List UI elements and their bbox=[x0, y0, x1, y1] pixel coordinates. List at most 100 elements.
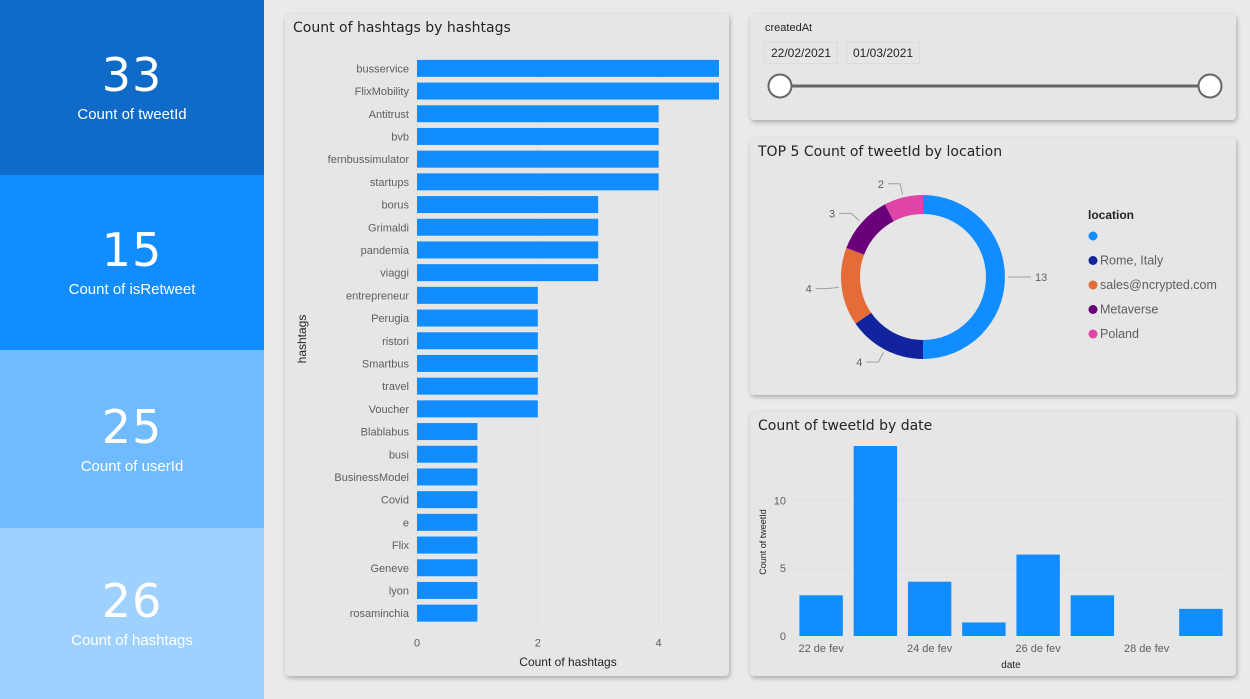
bar[interactable] bbox=[417, 218, 599, 236]
category-label: Covid bbox=[381, 495, 409, 507]
donut-slice[interactable] bbox=[855, 312, 923, 359]
category-label: rosaminchia bbox=[350, 608, 410, 620]
bar[interactable] bbox=[417, 127, 659, 145]
bar[interactable] bbox=[417, 445, 478, 463]
date-slicer-card[interactable]: createdAt 22/02/2021 01/03/2021 bbox=[750, 14, 1236, 120]
bar[interactable] bbox=[799, 595, 843, 636]
donut-slice[interactable] bbox=[923, 195, 1005, 359]
range-slider[interactable] bbox=[750, 14, 1236, 120]
y-tick-label: 10 bbox=[774, 495, 786, 507]
bar[interactable] bbox=[417, 173, 659, 191]
bar[interactable] bbox=[417, 59, 719, 77]
donut-slice[interactable] bbox=[841, 247, 872, 324]
slice-value-label: 4 bbox=[806, 284, 812, 296]
x-tick-label: 2 bbox=[535, 638, 541, 650]
y-tick-label: 5 bbox=[780, 563, 786, 575]
bar[interactable] bbox=[417, 400, 538, 418]
legend-label[interactable]: Metaverse bbox=[1100, 303, 1158, 317]
category-label: lyon bbox=[389, 585, 409, 597]
bar[interactable] bbox=[417, 559, 478, 577]
bar[interactable] bbox=[417, 423, 478, 441]
bar[interactable] bbox=[417, 377, 538, 395]
slice-value-label: 13 bbox=[1035, 272, 1047, 284]
kpi-label: Count of hashtags bbox=[71, 632, 193, 649]
legend-marker bbox=[1088, 256, 1098, 265]
category-label: Antitrust bbox=[369, 109, 409, 121]
category-label: Voucher bbox=[369, 404, 410, 416]
category-label: borus bbox=[381, 200, 409, 212]
bar[interactable] bbox=[417, 513, 478, 531]
category-label: pandemia bbox=[361, 245, 410, 257]
kpi-card-retweet-count: 15 Count of isRetweet bbox=[0, 175, 264, 350]
category-label: busi bbox=[389, 449, 409, 461]
legend-marker bbox=[1088, 305, 1098, 314]
kpi-label: Count of tweetId bbox=[77, 106, 187, 123]
category-label: e bbox=[403, 517, 409, 529]
category-label: Grimaldi bbox=[368, 222, 409, 234]
bar[interactable] bbox=[417, 286, 538, 304]
bar[interactable] bbox=[417, 468, 478, 486]
y-tick-label: 0 bbox=[780, 631, 786, 643]
bar[interactable] bbox=[962, 622, 1006, 636]
legend-label[interactable]: Rome, Italy bbox=[1100, 254, 1164, 268]
category-label: bvb bbox=[391, 131, 409, 143]
y-axis-title: Count of tweetId bbox=[758, 509, 768, 575]
x-tick-label: 26 de fev bbox=[1015, 643, 1061, 655]
bar[interactable] bbox=[907, 581, 952, 636]
legend-marker bbox=[1088, 329, 1098, 339]
category-label: viaggi bbox=[380, 268, 409, 280]
kpi-value: 33 bbox=[101, 48, 163, 102]
bar[interactable] bbox=[417, 536, 478, 554]
bar[interactable] bbox=[1016, 554, 1060, 636]
kpi-value: 26 bbox=[101, 574, 163, 628]
kpi-label: Count of isRetweet bbox=[68, 281, 196, 298]
bar[interactable] bbox=[417, 309, 538, 327]
bar[interactable] bbox=[1070, 595, 1115, 636]
donut-slice[interactable] bbox=[846, 204, 894, 255]
kpi-value: 25 bbox=[101, 399, 163, 454]
location-donut-card[interactable]: TOP 5 Count of tweetId by location 13 4 4 3… bbox=[750, 138, 1236, 395]
category-label: Perugia bbox=[371, 313, 410, 325]
bar[interactable] bbox=[417, 241, 599, 259]
x-tick-label: 4 bbox=[656, 638, 662, 650]
kpi-card-tweet-count: 33 Count of tweetId bbox=[0, 0, 264, 175]
legend-marker bbox=[1088, 231, 1098, 241]
category-label: Blablabus bbox=[361, 427, 410, 439]
x-tick-label: 28 de fev bbox=[1124, 643, 1170, 655]
leader-line bbox=[815, 286, 839, 290]
bar[interactable] bbox=[417, 264, 599, 282]
legend-label[interactable]: sales@ncrypted.com bbox=[1100, 278, 1217, 292]
slider-end-handle[interactable] bbox=[1197, 73, 1223, 99]
category-label: BusinessModel bbox=[334, 472, 409, 484]
slice-value-label: 3 bbox=[829, 208, 835, 220]
bar[interactable] bbox=[417, 332, 538, 350]
bar[interactable] bbox=[417, 150, 659, 168]
bar[interactable] bbox=[417, 354, 538, 372]
hashtags-chart-card[interactable]: Count of hashtags by hashtags 0 2 4 busserv… bbox=[285, 14, 729, 676]
bar[interactable] bbox=[417, 196, 599, 214]
legend-title: location bbox=[1088, 208, 1134, 222]
bar[interactable] bbox=[417, 581, 478, 599]
location-donut-chart[interactable]: 13 4 4 3 2 location Rome, Italy sales@ncrypted.… bbox=[750, 138, 1236, 395]
date-chart-card[interactable]: Count of tweetId by date 0 5 10 22 de fev 24… bbox=[750, 412, 1236, 676]
category-label: Flix bbox=[392, 540, 410, 552]
kpi-card-hashtag-count: 26 Count of hashtags bbox=[0, 528, 264, 699]
bar[interactable] bbox=[417, 82, 719, 100]
y-axis-title: hashtags bbox=[295, 315, 309, 364]
slider-start-handle[interactable] bbox=[767, 73, 793, 99]
bar[interactable] bbox=[417, 604, 478, 622]
x-axis-title: Count of hashtags bbox=[519, 655, 616, 669]
kpi-label: Count of userId bbox=[80, 457, 184, 475]
bar[interactable] bbox=[417, 491, 478, 509]
slice-value-label: 2 bbox=[878, 179, 884, 191]
bar[interactable] bbox=[1179, 608, 1223, 636]
legend-label[interactable]: Poland bbox=[1100, 327, 1139, 341]
category-label: busservice bbox=[356, 63, 409, 75]
x-axis-title: date bbox=[1001, 660, 1021, 671]
date-bar-chart[interactable]: 0 5 10 22 de fev 24 de fev 26 de fev 28 de fev… bbox=[750, 412, 1236, 676]
bar[interactable] bbox=[853, 446, 898, 636]
category-label: travel bbox=[382, 381, 409, 393]
bar[interactable] bbox=[417, 105, 659, 123]
x-tick-label: 22 de fev bbox=[798, 643, 844, 655]
hashtags-bar-chart[interactable]: 0 2 4 busservice FlixMobility Antitrust bvb fer… bbox=[285, 14, 729, 676]
